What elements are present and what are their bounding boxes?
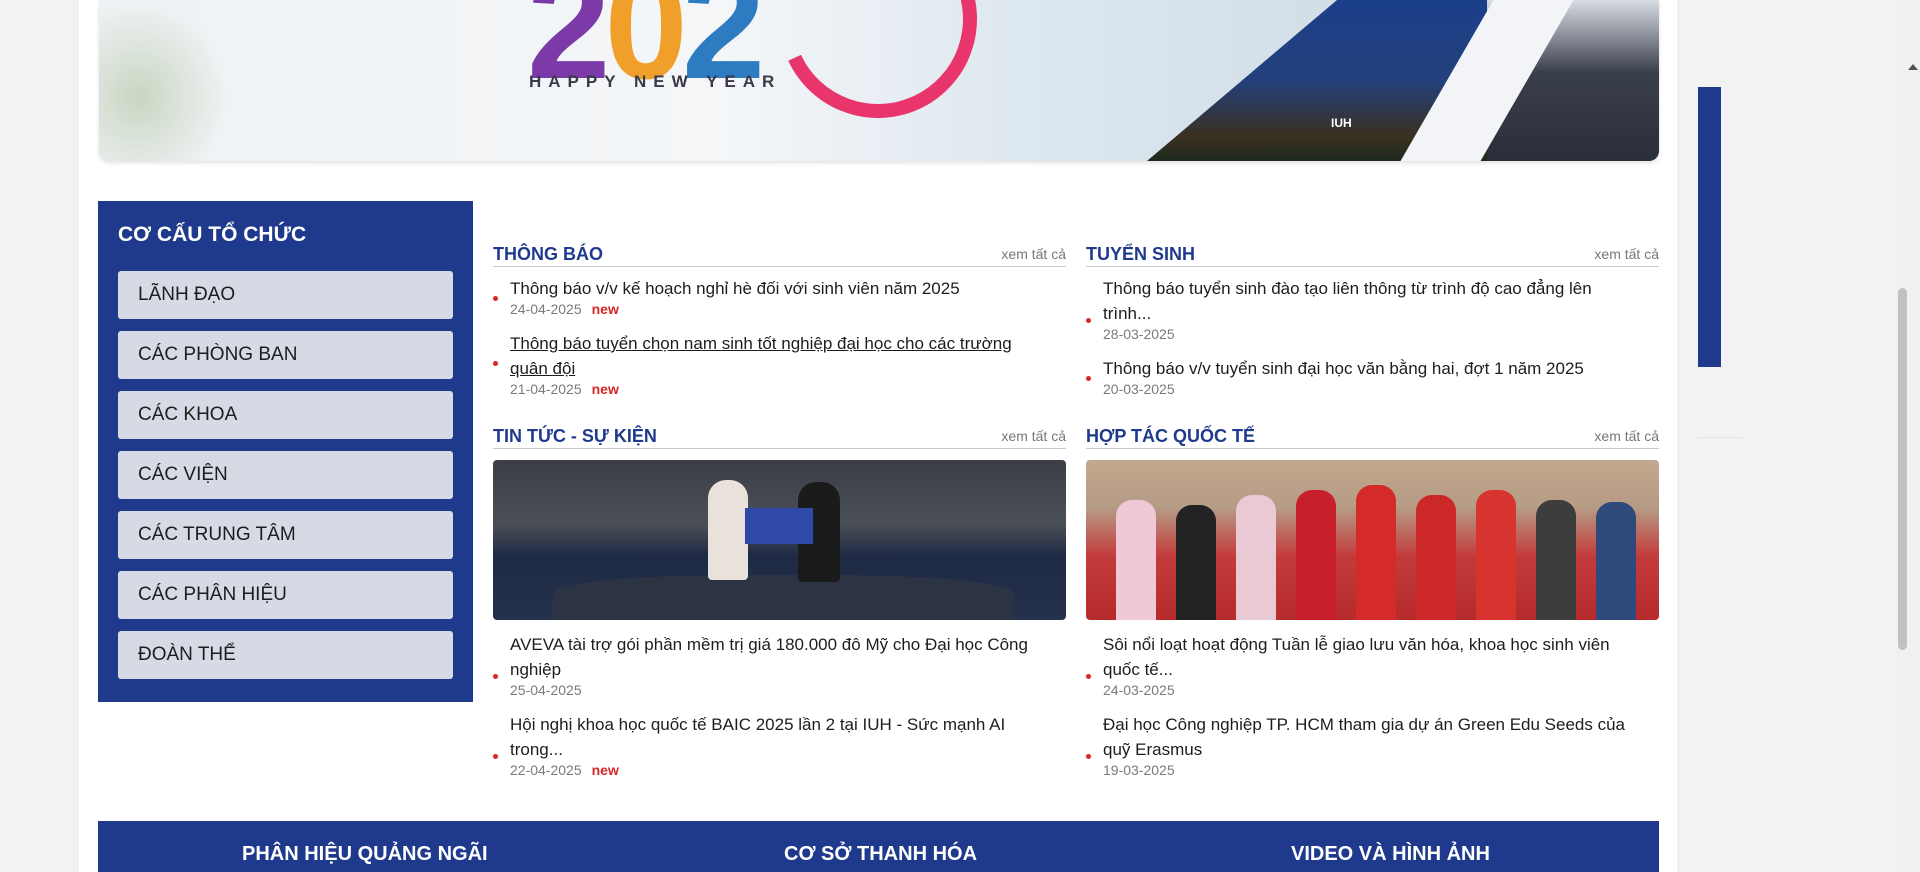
section-header: TIN TỨC - SỰ KIỆN xem tất cả	[493, 424, 1066, 449]
scroll-up-arrow-icon[interactable]	[1908, 64, 1918, 70]
new-badge: new	[591, 762, 619, 778]
item-title[interactable]: Thông báo v/v tuyển sinh đại học văn bằn…	[1103, 356, 1643, 381]
person-figure	[1416, 495, 1456, 620]
new-badge: new	[591, 381, 619, 397]
section-title[interactable]: THÔNG BÁO	[493, 244, 603, 265]
item-title[interactable]: Thông báo tuyển chọn nam sinh tốt nghiệp…	[510, 331, 1050, 381]
item-title[interactable]: Sôi nổi loạt hoạt động Tuần lễ giao lưu …	[1103, 632, 1648, 682]
item-date: 19-03-2025	[1103, 762, 1175, 778]
hero-banner[interactable]: 202 HAPPY NEW YEAR IUH	[99, 0, 1659, 161]
sidebar-title: CƠ CẤU TỔ CHỨC	[118, 223, 307, 246]
bullet-icon	[493, 674, 498, 679]
section-hop-tac: HỢP TÁC QUỐC TẾ xem tất cả Sôi nổi loạt …	[1086, 424, 1659, 784]
banner-tree-decoration	[99, 0, 229, 161]
item-date: 21-04-2025 new	[510, 381, 619, 397]
section-title[interactable]: HỢP TÁC QUỐC TẾ	[1086, 426, 1255, 447]
item-date: 24-04-2025 new	[510, 301, 619, 317]
footer-title-video[interactable]: VIDEO VÀ HÌNH ẢNH	[1291, 843, 1490, 866]
bullet-icon	[493, 296, 498, 301]
section-title[interactable]: TUYỂN SINH	[1086, 244, 1195, 265]
sidebar-item-khoa[interactable]: CÁC KHOA	[118, 391, 453, 439]
person-figure	[1176, 505, 1216, 620]
item-date: 20-03-2025	[1103, 381, 1175, 397]
bullet-icon	[1086, 376, 1091, 381]
section-tin-tuc: TIN TỨC - SỰ KIỆN xem tất cả AVEVA tài t…	[493, 424, 1066, 784]
org-structure-sidebar: CƠ CẤU TỔ CHỨC LÃNH ĐẠO CÁC PHÒNG BAN CÁ…	[98, 201, 473, 702]
person-figure	[1596, 502, 1636, 620]
meeting-table	[553, 575, 1013, 620]
sidebar-item-trung-tam[interactable]: CÁC TRUNG TÂM	[118, 511, 453, 559]
floating-side-panel[interactable]	[1698, 87, 1721, 367]
banner-building-label: IUH	[1331, 116, 1352, 130]
item-title[interactable]: Thông báo tuyển sinh đào tạo liên thông …	[1103, 276, 1643, 326]
section-header: THÔNG BÁO xem tất cả	[493, 242, 1066, 267]
bullet-icon	[493, 361, 498, 366]
footer-section-bar: PHÂN HIỆU QUẢNG NGÃI CƠ SỞ THANH HÓA VID…	[98, 821, 1659, 872]
sidebar-item-phong-ban[interactable]: CÁC PHÒNG BAN	[118, 331, 453, 379]
bullet-icon	[1086, 318, 1091, 323]
person-figure	[1296, 490, 1336, 620]
new-badge: new	[591, 301, 619, 317]
see-all-link[interactable]: xem tất cả	[1001, 246, 1066, 262]
item-title[interactable]: Thông báo v/v kế hoạch nghỉ hè đối với s…	[510, 276, 1050, 301]
section-header: TUYỂN SINH xem tất cả	[1086, 242, 1659, 267]
divider	[1698, 437, 1742, 438]
sidebar-item-doan-the[interactable]: ĐOÀN THỂ	[118, 631, 453, 679]
bullet-icon	[1086, 674, 1091, 679]
see-all-link[interactable]: xem tất cả	[1001, 428, 1066, 444]
person-figure	[1536, 500, 1576, 620]
award-sign	[745, 508, 813, 544]
item-title[interactable]: Hội nghị khoa học quốc tế BAIC 2025 lần …	[510, 712, 1030, 762]
item-date: 24-03-2025	[1103, 682, 1175, 698]
banner-year: 202	[527, 0, 765, 110]
bullet-icon	[1086, 754, 1091, 759]
banner-greeting: HAPPY NEW YEAR	[529, 72, 782, 91]
see-all-link[interactable]: xem tất cả	[1594, 428, 1659, 444]
person-figure	[1476, 490, 1516, 620]
sidebar-item-lanh-dao[interactable]: LÃNH ĐẠO	[118, 271, 453, 319]
section-header: HỢP TÁC QUỐC TẾ xem tất cả	[1086, 424, 1659, 449]
person-figure	[1116, 500, 1156, 620]
sidebar-item-vien[interactable]: CÁC VIỆN	[118, 451, 453, 499]
item-date: 28-03-2025	[1103, 326, 1175, 342]
person-figure	[1236, 495, 1276, 620]
item-title[interactable]: Đại học Công nghiệp TP. HCM tham gia dự …	[1103, 712, 1648, 762]
item-title[interactable]: AVEVA tài trợ gói phần mềm trị giá 180.0…	[510, 632, 1055, 682]
banner-people-image	[1487, 0, 1659, 161]
person-figure	[1356, 485, 1396, 620]
section-title[interactable]: TIN TỨC - SỰ KIỆN	[493, 426, 657, 447]
news-thumbnail[interactable]	[493, 460, 1066, 620]
news-thumbnail[interactable]	[1086, 460, 1659, 620]
sidebar-item-phan-hieu[interactable]: CÁC PHÂN HIỆU	[118, 571, 453, 619]
footer-title-thanh-hoa[interactable]: CƠ SỞ THANH HÓA	[784, 843, 977, 866]
bullet-icon	[493, 754, 498, 759]
item-date: 25-04-2025	[510, 682, 582, 698]
section-thong-bao: THÔNG BÁO xem tất cả Thông báo v/v kế ho…	[493, 242, 1066, 407]
banner-ring-decoration	[751, 0, 1005, 146]
footer-title-quang-ngai[interactable]: PHÂN HIỆU QUẢNG NGÃI	[242, 843, 488, 866]
section-tuyen-sinh: TUYỂN SINH xem tất cả Thông báo tuyển si…	[1086, 242, 1659, 407]
see-all-link[interactable]: xem tất cả	[1594, 246, 1659, 262]
person-figure	[708, 480, 748, 580]
item-date: 22-04-2025 new	[510, 762, 619, 778]
scrollbar-thumb[interactable]	[1898, 288, 1907, 650]
